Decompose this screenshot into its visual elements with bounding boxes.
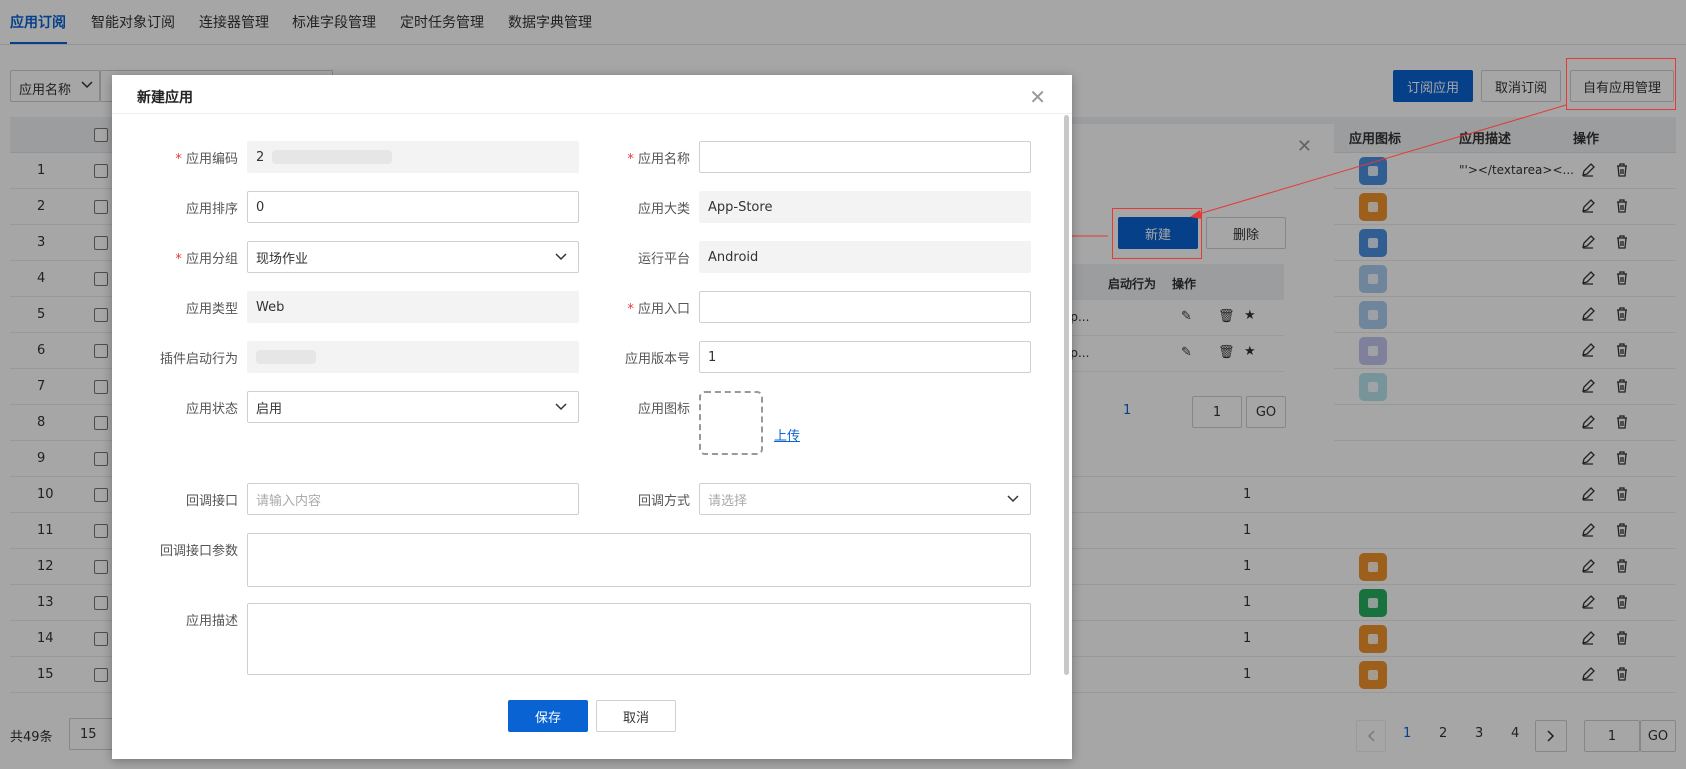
upload-link[interactable]: 上传 — [774, 425, 800, 444]
callback-method-label: 回调方式 — [637, 494, 690, 509]
app-code-value: 2 — [256, 149, 265, 165]
app-group-select[interactable]: 现场作业 — [247, 241, 579, 273]
callback-url-label: 回调接口 — [185, 494, 238, 509]
app-type-field[interactable]: Web — [247, 291, 579, 323]
dialog-scrollbar[interactable] — [1064, 115, 1069, 675]
app-category-label: 应用大类 — [637, 202, 690, 217]
app-status-value: 启用 — [256, 401, 283, 417]
chevron-down-icon — [555, 253, 567, 261]
platform-label: 运行平台 — [637, 252, 690, 267]
app-type-value: Web — [256, 299, 285, 315]
app-order-label: 应用排序 — [185, 202, 238, 217]
app-status-label: 应用状态 — [185, 402, 238, 417]
plugin-start-field[interactable] — [247, 341, 579, 373]
app-status-select[interactable]: 启用 — [247, 391, 579, 423]
app-code-label: 应用编码 — [162, 148, 238, 167]
app-name-label: 应用名称 — [612, 148, 690, 167]
app-name-field[interactable] — [699, 141, 1031, 173]
cancel-button[interactable]: 取消 — [596, 700, 676, 732]
callback-url-placeholder: 请输入内容 — [256, 493, 322, 509]
platform-field[interactable]: Android — [699, 241, 1031, 273]
callback-url-field[interactable]: 请输入内容 — [247, 483, 579, 515]
app-type-label: 应用类型 — [185, 302, 238, 317]
callback-method-select[interactable]: 请选择 — [699, 483, 1031, 515]
app-group-label: 应用分组 — [162, 248, 238, 267]
app-group-value: 现场作业 — [256, 251, 309, 267]
app-category-value: App-Store — [708, 199, 773, 215]
chevron-down-icon — [555, 403, 567, 411]
close-icon[interactable]: ✕ — [1029, 85, 1046, 109]
redacted-text — [272, 150, 393, 164]
save-button[interactable]: 保存 — [508, 700, 588, 732]
app-icon-label: 应用图标 — [637, 402, 690, 417]
app-code-field[interactable]: 2 — [247, 141, 579, 173]
callback-method-placeholder: 请选择 — [708, 493, 748, 509]
callback-params-label: 回调接口参数 — [159, 544, 238, 559]
icon-upload-box[interactable] — [699, 391, 763, 455]
app-version-label: 应用版本号 — [624, 352, 690, 367]
app-entry-field[interactable] — [699, 291, 1031, 323]
new-app-dialog: 新建应用 ✕ 应用编码 2 应用名称 应用排序 0 应用大类 App-Store… — [112, 75, 1072, 759]
app-desc-textarea[interactable] — [247, 603, 1031, 675]
plugin-start-label: 插件启动行为 — [159, 352, 238, 367]
app-entry-label: 应用入口 — [612, 298, 690, 317]
app-category-field[interactable]: App-Store — [699, 191, 1031, 223]
app-desc-label: 应用描述 — [185, 614, 238, 629]
platform-value: Android — [708, 249, 759, 265]
app-version-field[interactable]: 1 — [699, 341, 1031, 373]
dialog-title: 新建应用 — [137, 90, 193, 106]
chevron-down-icon — [1007, 495, 1019, 503]
redacted-text — [256, 350, 316, 364]
app-order-value: 0 — [256, 199, 265, 215]
app-order-field[interactable]: 0 — [247, 191, 579, 223]
app-version-value: 1 — [708, 349, 717, 365]
callback-params-textarea[interactable] — [247, 533, 1031, 587]
